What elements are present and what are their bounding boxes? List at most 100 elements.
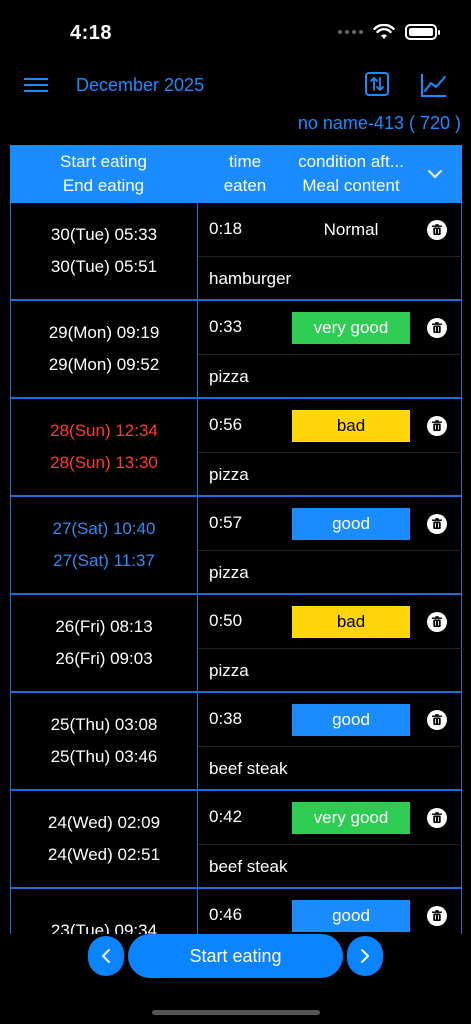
eating-duration: 0:50 [209,611,243,630]
row-divider [198,354,462,355]
end-datetime: 27(Sat) 11:37 [53,551,155,570]
row-dates: 29(Mon) 09:19 29(Mon) 09:52 [11,301,198,397]
header-condition: condition aft... [298,152,404,171]
row-divider [198,550,462,551]
meal-list[interactable]: 30(Tue) 05:33 30(Tue) 05:51 0:18 Normal hamb… [10,203,462,934]
chevron-left-icon [102,949,110,963]
eating-duration: 0:33 [209,317,243,336]
end-datetime: 25(Thu) 03:46 [50,747,158,766]
table-row[interactable]: 29(Mon) 09:19 29(Mon) 09:52 0:33 very good p… [10,301,462,399]
start-datetime: 23(Tue) 09:34 [50,921,158,934]
condition-badge: very good [292,802,410,834]
start-datetime: 28(Sun) 12:34 [50,421,158,440]
header-start-end[interactable]: Start eating End eating [10,145,197,203]
row-dates: 27(Sat) 10:40 27(Sat) 11:37 [11,497,198,593]
meal-content: beef steak [209,857,288,876]
chart-icon[interactable] [420,72,448,98]
trash-icon[interactable] [427,514,447,534]
header-meal-content: Meal content [302,176,400,195]
home-indicator [152,1010,320,1015]
nav-bar: December 2025 [0,64,471,108]
bottom-bar: Start eating [0,934,471,1024]
condition-badge: good [292,900,410,932]
table-row[interactable]: 23(Tue) 09:34 0:46 good [10,889,462,934]
trash-icon[interactable] [427,416,447,436]
row-dates: 23(Tue) 09:34 [11,889,198,934]
row-dates: 26(Fri) 08:13 26(Fri) 09:03 [11,595,198,691]
table-row[interactable]: 28(Sun) 12:34 28(Sun) 13:30 0:56 bad pizza [10,399,462,497]
end-datetime: 29(Mon) 09:52 [48,355,160,374]
eating-duration: 0:42 [209,807,243,826]
row-divider [198,746,462,747]
meal-content: pizza [209,563,249,582]
table-row[interactable]: 25(Thu) 03:08 25(Thu) 03:46 0:38 good beef s… [10,693,462,791]
trash-icon[interactable] [427,906,447,926]
eating-duration: 0:38 [209,709,243,728]
condition-badge: bad [292,606,410,638]
sort-icon[interactable] [364,71,390,97]
trash-icon[interactable] [427,710,447,730]
signal-icon [338,30,363,34]
start-datetime: 29(Mon) 09:19 [48,323,160,342]
header-end-eating: End eating [62,176,145,195]
eating-duration: 0:57 [209,513,243,532]
row-divider [198,256,462,257]
condition-badge: Normal [323,220,379,239]
trash-icon[interactable] [427,808,447,828]
header-eaten: eaten [223,176,267,195]
header-time: time [228,152,262,171]
table-header: Start eating End eating time eaten condi… [10,145,462,203]
prev-month-button[interactable] [88,936,124,976]
header-time-eaten[interactable]: time eaten [208,145,282,203]
eating-duration: 0:56 [209,415,243,434]
next-month-button[interactable] [347,936,383,976]
meal-content: beef steak [209,759,288,778]
eating-duration: 0:46 [209,905,243,924]
row-dates: 25(Thu) 03:08 25(Thu) 03:46 [11,693,198,789]
table-row[interactable]: 24(Wed) 02:09 24(Wed) 02:51 0:42 very good b… [10,791,462,889]
trash-icon[interactable] [427,220,447,240]
condition-badge: very good [292,312,410,344]
header-condition-meal[interactable]: condition aft... Meal content [282,145,420,203]
end-datetime: 24(Wed) 02:51 [47,845,161,864]
trash-icon[interactable] [427,318,447,338]
status-icons [338,24,440,40]
eating-duration: 0:18 [209,219,243,238]
row-dates: 28(Sun) 12:34 28(Sun) 13:30 [11,399,198,495]
end-datetime: 28(Sun) 13:30 [50,453,158,472]
end-datetime: 30(Tue) 05:51 [50,257,158,276]
condition-badge: good [292,508,410,540]
status-time: 4:18 [70,22,113,44]
start-datetime: 25(Thu) 03:08 [50,715,158,734]
trash-icon[interactable] [427,612,447,632]
wifi-icon [373,24,395,39]
meal-content: hamburger [209,269,292,288]
meal-content: pizza [209,367,249,386]
table-row[interactable]: 26(Fri) 08:13 26(Fri) 09:03 0:50 bad pizza [10,595,462,693]
start-datetime: 24(Wed) 02:09 [47,813,161,832]
row-divider [198,648,462,649]
row-dates: 30(Tue) 05:33 30(Tue) 05:51 [11,203,198,299]
start-eating-button[interactable]: Start eating [128,934,343,978]
row-divider [198,844,462,845]
start-datetime: 26(Fri) 08:13 [55,617,153,636]
menu-icon[interactable] [22,74,50,96]
battery-icon [405,24,440,40]
user-label: no name-413 ( 720 ) [297,113,461,133]
status-bar: 4:18 [0,0,471,64]
start-datetime: 27(Sat) 10:40 [52,519,156,538]
start-datetime: 30(Tue) 05:33 [50,225,158,244]
month-title[interactable]: December 2025 [76,75,204,96]
table-row[interactable]: 30(Tue) 05:33 30(Tue) 05:51 0:18 Normal hamb… [10,203,462,301]
row-dates: 24(Wed) 02:09 24(Wed) 02:51 [11,791,198,887]
row-divider [198,452,462,453]
meal-content: pizza [209,661,249,680]
header-start-eating: Start eating [60,152,147,171]
end-datetime: 26(Fri) 09:03 [55,649,153,668]
chevron-down-icon[interactable] [424,163,446,185]
condition-badge: bad [292,410,410,442]
condition-badge: good [292,704,410,736]
table-row[interactable]: 27(Sat) 10:40 27(Sat) 11:37 0:57 good pizza [10,497,462,595]
chevron-right-icon [361,949,369,963]
meal-content: pizza [209,465,249,484]
